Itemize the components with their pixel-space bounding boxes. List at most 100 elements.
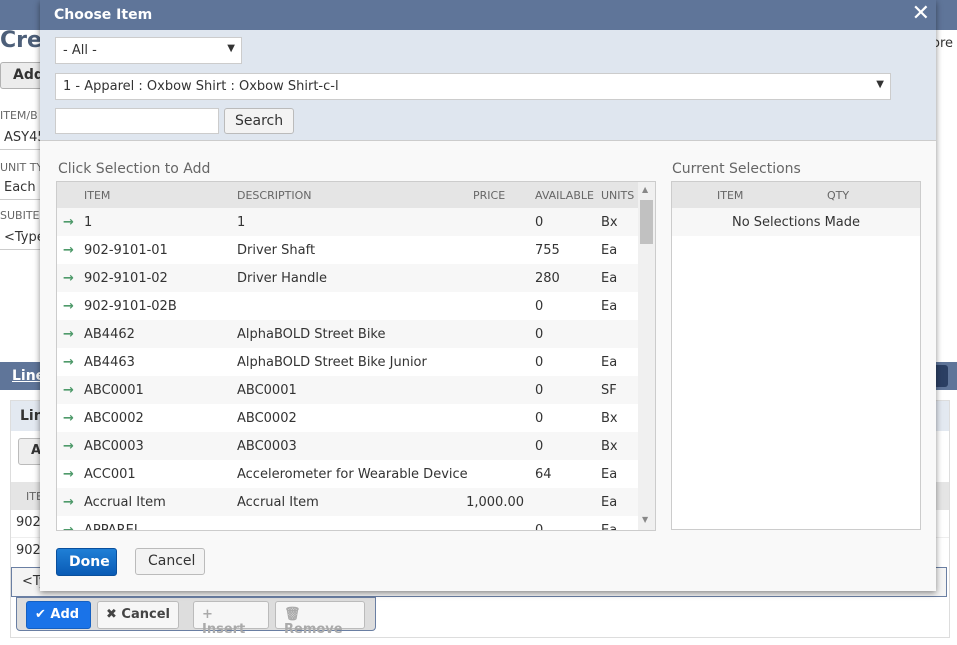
item-select[interactable]: 1 - Apparel : Oxbow Shirt : Oxbow Shirt-…: [55, 73, 891, 100]
list-item[interactable]: → ABC0002 ABC0002 0 Bx: [57, 404, 638, 432]
item-name: 902-9101-02B: [84, 299, 177, 314]
item-description: Driver Handle: [237, 271, 327, 286]
line-remove-button[interactable]: 🗑 Remove: [275, 601, 365, 637]
list-item[interactable]: → Accrual Item Accrual Item 1,000.00 Ea: [57, 488, 638, 516]
item-available: 755: [535, 243, 560, 258]
field-label: SUBITE: [0, 209, 40, 222]
item-units: SF: [601, 383, 617, 398]
search-input[interactable]: [55, 108, 219, 134]
add-arrow-icon[interactable]: →: [63, 411, 74, 426]
item-name: Accrual Item: [84, 495, 166, 510]
trash-icon: 🗑: [284, 607, 301, 622]
item-available: 0: [535, 299, 544, 314]
item-description: Accelerometer for Wearable Device: [237, 467, 468, 482]
col-item: ITEM: [84, 189, 111, 202]
table-header: ITEM QTY: [672, 182, 920, 208]
col-units: UNITS: [601, 189, 635, 202]
item-available: 64: [535, 467, 552, 482]
add-arrow-icon[interactable]: →: [63, 383, 74, 398]
item-description: ABC0002: [237, 411, 297, 426]
add-arrow-icon[interactable]: →: [63, 215, 74, 230]
col-available: AVAILABLE: [535, 189, 594, 202]
add-arrow-icon[interactable]: →: [63, 439, 74, 454]
item-units: Ea: [601, 467, 618, 482]
item-name: ABC0001: [84, 383, 144, 398]
item-units: Ea: [601, 271, 618, 286]
field-label: ITEM/B: [0, 109, 38, 122]
right-section-title: Current Selections: [672, 161, 801, 177]
item-name: 902-9101-02: [84, 271, 168, 286]
add-arrow-icon[interactable]: →: [63, 243, 74, 258]
col-description: DESCRIPTION: [237, 189, 312, 202]
add-arrow-icon[interactable]: →: [63, 271, 74, 286]
dropdown-arrow-icon: ▼: [876, 79, 884, 90]
add-arrow-icon[interactable]: →: [63, 495, 74, 510]
add-arrow-icon[interactable]: →: [63, 355, 74, 370]
plus-icon: +: [202, 607, 213, 622]
item-name: APPAREL: [84, 523, 142, 531]
done-button[interactable]: Done: [56, 548, 117, 576]
item-name: 902-9101-01: [84, 243, 168, 258]
add-arrow-icon[interactable]: →: [63, 467, 74, 482]
field-value[interactable]: ASY45: [0, 130, 46, 150]
list-item[interactable]: → ACC001 Accelerometer for Wearable Devi…: [57, 460, 638, 488]
item-available: 0: [535, 523, 544, 531]
item-available: 0: [535, 383, 544, 398]
col-item: ITEM: [717, 189, 744, 202]
scroll-down-icon[interactable]: ▼: [642, 515, 648, 524]
choose-item-dialog: Choose Item ✕ - All - ▼ 1 - Apparel : Oxb…: [40, 0, 936, 591]
type-filter-select[interactable]: - All - ▼: [55, 37, 242, 64]
line-insert-button[interactable]: + Insert: [193, 601, 269, 637]
add-arrow-icon[interactable]: →: [63, 523, 74, 530]
item-units: Ea: [601, 299, 618, 314]
item-available: 280: [535, 271, 560, 286]
item-available: 0: [535, 215, 544, 230]
dialog-title: Choose Item: [40, 0, 936, 30]
check-icon: ✔: [35, 607, 51, 622]
item-description: ABC0003: [237, 439, 297, 454]
current-selections-table: ITEM QTY No Selections Made: [671, 181, 921, 530]
field-value[interactable]: Each: [0, 180, 44, 200]
item-name: AB4463: [84, 355, 135, 370]
item-available: 0: [535, 439, 544, 454]
item-description: 1: [237, 215, 246, 230]
item-units: Ea: [601, 243, 618, 258]
list-item[interactable]: → ABC0001 ABC0001 0 SF: [57, 376, 638, 404]
list-item[interactable]: → ABC0003 ABC0003 0 Bx: [57, 432, 638, 460]
item-description: Driver Shaft: [237, 243, 316, 258]
item-units: Ea: [601, 495, 618, 510]
close-icon[interactable]: ✕: [912, 1, 930, 26]
add-arrow-icon[interactable]: →: [63, 327, 74, 342]
empty-message: No Selections Made: [672, 208, 920, 236]
item-description: AlphaBOLD Street Bike Junior: [237, 355, 427, 370]
list-item[interactable]: → 1 1 0 Bx: [57, 208, 638, 236]
list-item[interactable]: → 902-9101-01 Driver Shaft 755 Ea: [57, 236, 638, 264]
item-name: AB4462: [84, 327, 135, 342]
search-button[interactable]: Search: [224, 108, 295, 134]
item-description: AlphaBOLD Street Bike: [237, 327, 386, 342]
item-name: ABC0002: [84, 411, 144, 426]
list-item[interactable]: → AB4462 AlphaBOLD Street Bike 0: [57, 320, 638, 348]
list-item[interactable]: → AB4463 AlphaBOLD Street Bike Junior 0 …: [57, 348, 638, 376]
add-button-bg[interactable]: Add: [0, 62, 44, 89]
scroll-up-icon[interactable]: ▲: [642, 185, 648, 194]
field-value[interactable]: <Type: [0, 230, 45, 250]
item-available: 0: [535, 327, 544, 342]
col-price: PRICE: [473, 189, 506, 202]
line-add-button[interactable]: ✔ Add: [26, 601, 91, 629]
list-item[interactable]: → 902-9101-02B 0 Ea: [57, 292, 638, 320]
line-cancel-button[interactable]: ✖ Cancel: [97, 601, 179, 629]
list-item[interactable]: → 902-9101-02 Driver Handle 280 Ea: [57, 264, 638, 292]
item-units: Bx: [601, 439, 618, 454]
scrollbar-thumb[interactable]: [640, 200, 653, 244]
item-price: 1,000.00: [466, 495, 524, 510]
item-name: ACC001: [84, 467, 136, 482]
item-list-table: ITEM DESCRIPTION PRICE AVAILABLE UNITS →…: [56, 181, 656, 531]
item-units: Ea: [601, 355, 618, 370]
cancel-button[interactable]: Cancel: [135, 548, 205, 575]
col-qty: QTY: [827, 189, 850, 202]
field-label: UNIT TY: [0, 161, 44, 174]
add-arrow-icon[interactable]: →: [63, 299, 74, 314]
item-units: Bx: [601, 411, 618, 426]
list-item[interactable]: → APPAREL 0 Ea: [57, 516, 638, 531]
